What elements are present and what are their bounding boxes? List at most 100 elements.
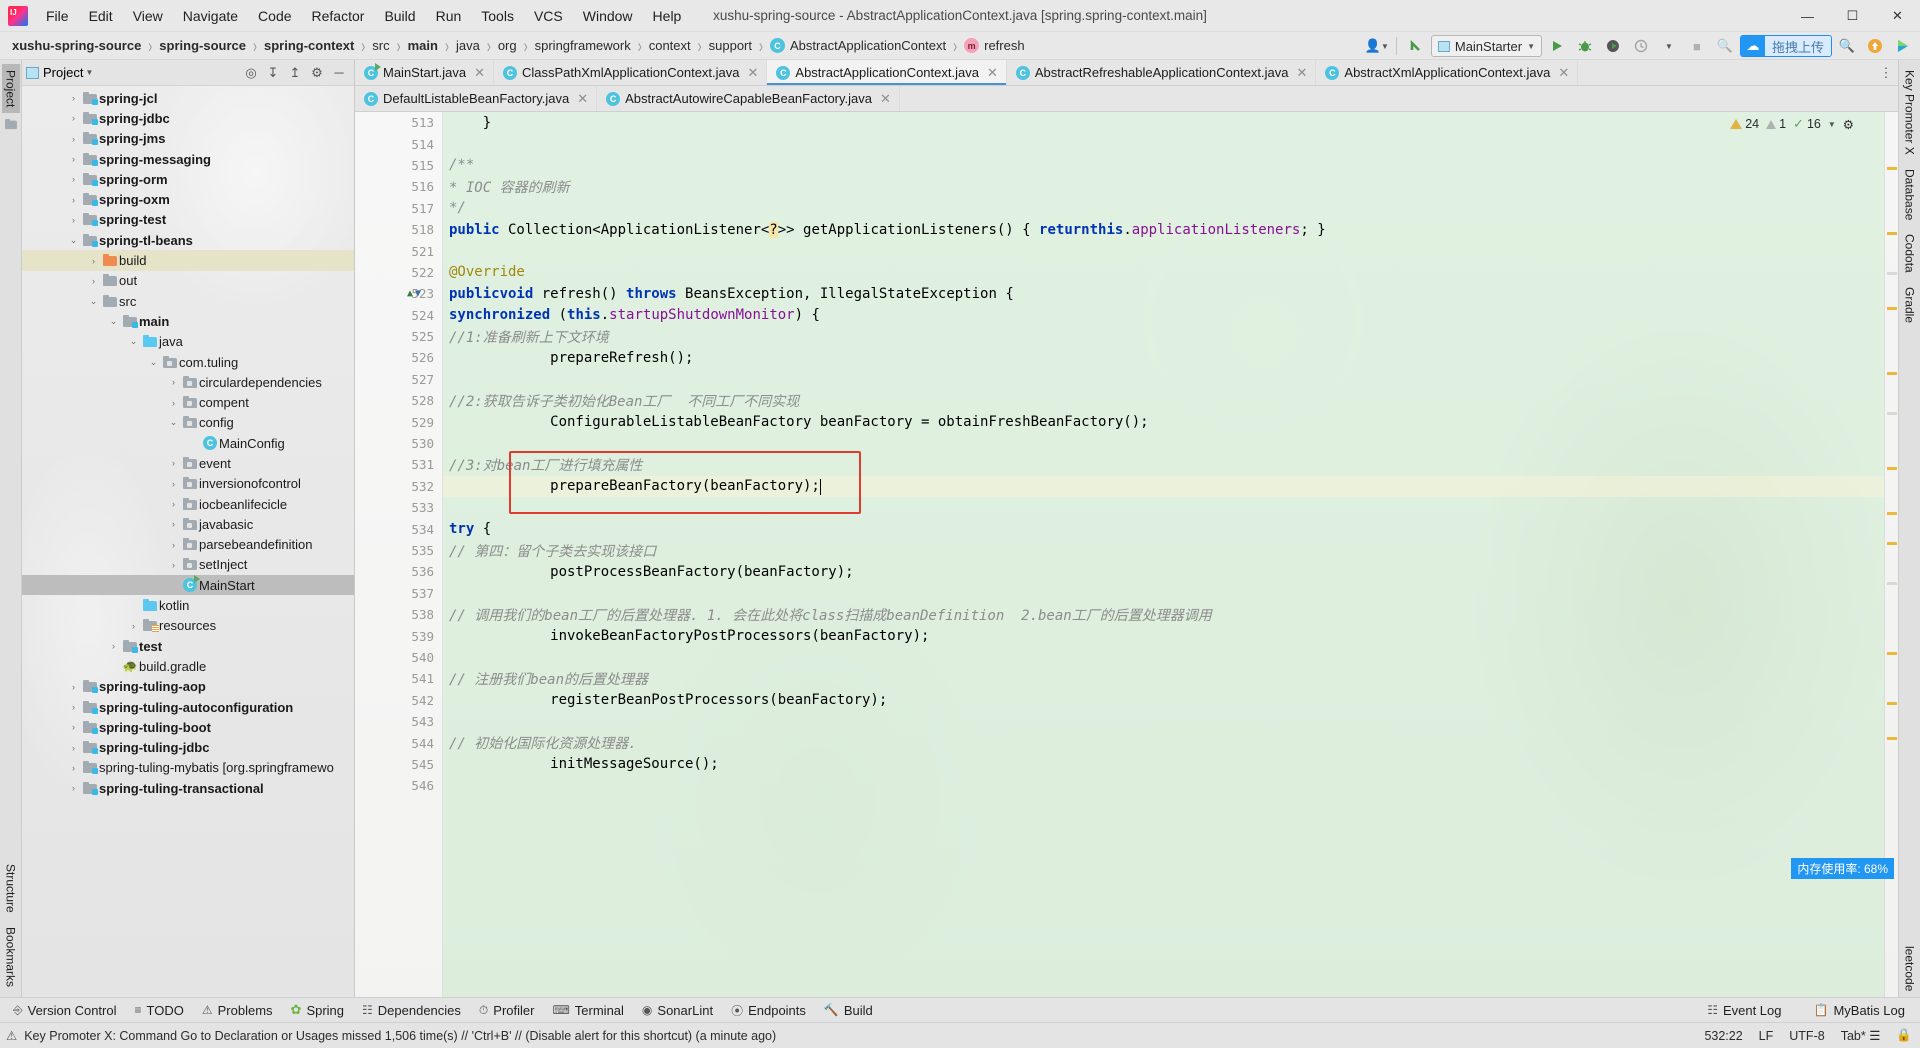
sidebar-item-bookmarks[interactable]: Bookmarks (2, 921, 20, 993)
editor-marker[interactable] (1887, 372, 1897, 375)
gutter-line-number[interactable]: 534 (355, 518, 442, 539)
editor-gutter[interactable]: 513 514 515 516 517 518 521 522 523 ▲ ▼ 524 525 526 52… (355, 112, 443, 997)
tree-node[interactable]: ⌄ spring-tl-beans (22, 230, 354, 250)
gutter-line-number[interactable]: 537 (355, 583, 442, 604)
code-line[interactable]: // 注册我们bean的后置处理器 (443, 668, 1884, 689)
tree-node[interactable]: › iocbeanlifecicle (22, 494, 354, 514)
code-line[interactable] (443, 775, 1884, 796)
run-configuration-selector[interactable]: MainStarter ▼ (1430, 35, 1542, 57)
chevron-down-icon[interactable]: ⌄ (126, 336, 141, 347)
tool-window-version-control[interactable]: ⎆ Version Control (4, 998, 126, 1022)
hide-panel-icon[interactable]: ─ (328, 62, 350, 84)
editor-tabs-row-2[interactable]: C DefaultListableBeanFactory.java ✕ C Abstra… (355, 86, 1898, 112)
tree-node[interactable]: kotlin (22, 595, 354, 615)
close-icon[interactable]: ✕ (987, 65, 998, 81)
gutter-line-number[interactable]: 526 (355, 347, 442, 368)
chevron-right-icon[interactable]: › (66, 783, 81, 793)
upload-plugin-button[interactable]: ☁ 拖拽上传 (1739, 35, 1832, 57)
tree-node[interactable]: › spring-oxm (22, 189, 354, 209)
editor-marker[interactable] (1887, 307, 1897, 310)
breadcrumb[interactable]: xushu-spring-source › spring-source › sp… (8, 32, 1029, 59)
search-everywhere-icon[interactable]: 🔍 (1712, 34, 1738, 58)
tree-node[interactable]: › test (22, 636, 354, 656)
tree-node[interactable]: › setInject (22, 555, 354, 575)
tree-node[interactable]: › spring-test (22, 210, 354, 230)
gutter-line-number[interactable]: 545 (355, 754, 442, 775)
tree-node[interactable]: › javabasic (22, 514, 354, 534)
code-line[interactable]: initMessageSource(); (443, 754, 1884, 775)
gutter-line-number[interactable]: 516 (355, 176, 442, 197)
code-line[interactable]: //2:获取告诉子类初始化Bean工厂 不同工厂不同实现 (443, 390, 1884, 411)
sidebar-item-project[interactable]: Project (1, 64, 20, 114)
gutter-line-number[interactable]: 532 (355, 476, 442, 497)
editor-marker[interactable] (1887, 542, 1897, 545)
chevron-right-icon[interactable]: › (86, 256, 101, 266)
status-badge[interactable]: 532:22 (1704, 1029, 1742, 1043)
ok-count[interactable]: ✓ 16 (1793, 116, 1821, 132)
chevron-right-icon[interactable]: › (166, 377, 181, 387)
gutter-line-number[interactable]: 531 (355, 454, 442, 475)
breadcrumb-item-9[interactable]: support (705, 36, 756, 55)
sidebar-item-gradle[interactable]: Gradle (1901, 281, 1919, 329)
search-icon[interactable]: 🔍 (1834, 34, 1860, 58)
code-line[interactable] (443, 647, 1884, 668)
tree-node[interactable]: › inversionofcontrol (22, 474, 354, 494)
menu-tools[interactable]: Tools (471, 2, 524, 30)
editor-tab[interactable]: C ClassPathXmlApplicationContext.java ✕ (494, 60, 768, 85)
chevron-right-icon[interactable]: › (166, 479, 181, 489)
encoding-indicator[interactable]: UTF-8 (1789, 1029, 1824, 1043)
gutter-line-number[interactable]: 529 (355, 411, 442, 432)
gutter-implementation-markers[interactable]: ▲ ▼ (407, 283, 421, 304)
inspections-widget[interactable]: 24 1 ✓ 16 ▼ ⚙ (1730, 116, 1854, 132)
code-line[interactable]: prepareBeanFactory(beanFactory); (443, 475, 1884, 498)
chevron-right-icon[interactable]: › (66, 113, 81, 123)
weak-warning-count[interactable]: 1 (1766, 117, 1786, 131)
tool-window-problems[interactable]: ⚠ Problems (193, 998, 282, 1022)
tree-node[interactable]: › spring-tuling-transactional (22, 778, 354, 798)
chevron-right-icon[interactable]: › (166, 540, 181, 550)
code-line[interactable] (443, 583, 1884, 604)
sidebar-item-leetcode[interactable]: leetcode (1901, 940, 1919, 997)
code-line[interactable] (443, 133, 1884, 154)
tool-window-mybatis-log[interactable]: 📋 MyBatis Log (1805, 1003, 1915, 1018)
code-line[interactable] (443, 240, 1884, 261)
tree-node[interactable]: ⌄ java (22, 332, 354, 352)
close-button[interactable]: ✕ (1875, 0, 1920, 32)
tree-node[interactable]: › spring-orm (22, 169, 354, 189)
chevron-right-icon[interactable]: › (66, 682, 81, 692)
update-available-icon[interactable] (1862, 34, 1888, 58)
chevron-down-icon[interactable]: ⌄ (166, 417, 181, 428)
overridden-method-icon[interactable]: ▲ (407, 288, 413, 299)
code-line[interactable]: invokeBeanFactoryPostProcessors(beanFact… (443, 625, 1884, 646)
tree-node[interactable]: ⌄ com.tuling (22, 352, 354, 372)
tool-window-terminal[interactable]: ⌨ Terminal (543, 998, 632, 1022)
code-line[interactable]: //1:准备刷新上下文环境 (443, 326, 1884, 347)
gutter-line-number[interactable]: 540 (355, 647, 442, 668)
tree-node[interactable]: › spring-jcl (22, 88, 354, 108)
chevron-right-icon[interactable]: › (166, 560, 181, 570)
code-line[interactable]: /** (443, 155, 1884, 176)
chevron-right-icon[interactable]: › (66, 743, 81, 753)
editor-marker[interactable] (1887, 512, 1897, 515)
gutter-line-number[interactable]: 513 (355, 112, 442, 133)
profiler-icon[interactable] (1628, 34, 1654, 58)
menu-navigate[interactable]: Navigate (173, 2, 248, 30)
tool-window-event-log[interactable]: ☷ Event Log (1698, 1003, 1790, 1018)
window-controls[interactable]: — ☐ ✕ (1785, 0, 1920, 32)
tool-window-todo[interactable]: ≡ TODO (126, 998, 193, 1022)
chevron-right-icon[interactable]: › (86, 276, 101, 286)
editor-tabs-more-icon[interactable]: ⋮ (1876, 60, 1896, 85)
close-icon[interactable]: ✕ (474, 65, 485, 81)
gutter-line-number[interactable]: 541 (355, 668, 442, 689)
editor-tab[interactable]: C DefaultListableBeanFactory.java ✕ (355, 86, 598, 111)
gutter-line-number[interactable]: 544 (355, 732, 442, 753)
editor-tab[interactable]: C AbstractRefreshableApplicationContext.j… (1006, 60, 1317, 85)
tree-node[interactable]: › spring-tuling-mybatis [org.springframew… (22, 758, 354, 778)
gutter-line-number[interactable]: 542 (355, 690, 442, 711)
tree-node[interactable]: › spring-jdbc (22, 108, 354, 128)
menu-bar[interactable]: File Edit View Navigate Code Refactor Bu… (36, 0, 691, 31)
code-line[interactable]: */ (443, 198, 1884, 219)
chevron-right-icon[interactable]: › (166, 458, 181, 468)
gutter-line-number[interactable]: 535 (355, 540, 442, 561)
implementing-method-icon[interactable]: ▼ (415, 288, 421, 299)
